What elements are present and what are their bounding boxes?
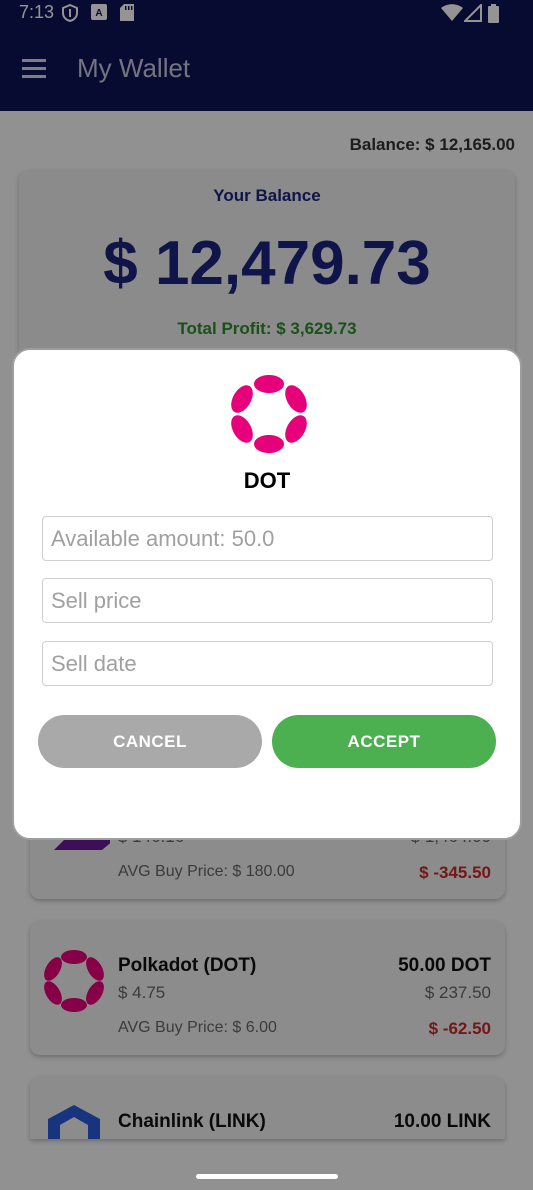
home-indicator[interactable] [196, 1174, 338, 1179]
accept-button[interactable]: ACCEPT [272, 715, 496, 768]
sell-price-input[interactable] [42, 578, 493, 623]
sell-date-input[interactable] [42, 641, 493, 686]
cancel-button[interactable]: CANCEL [38, 715, 262, 768]
polkadot-icon [231, 375, 307, 453]
available-amount-input[interactable] [42, 516, 493, 561]
sell-dialog: DOT CANCEL ACCEPT [12, 348, 522, 840]
coin-symbol: DOT [243, 468, 291, 493]
